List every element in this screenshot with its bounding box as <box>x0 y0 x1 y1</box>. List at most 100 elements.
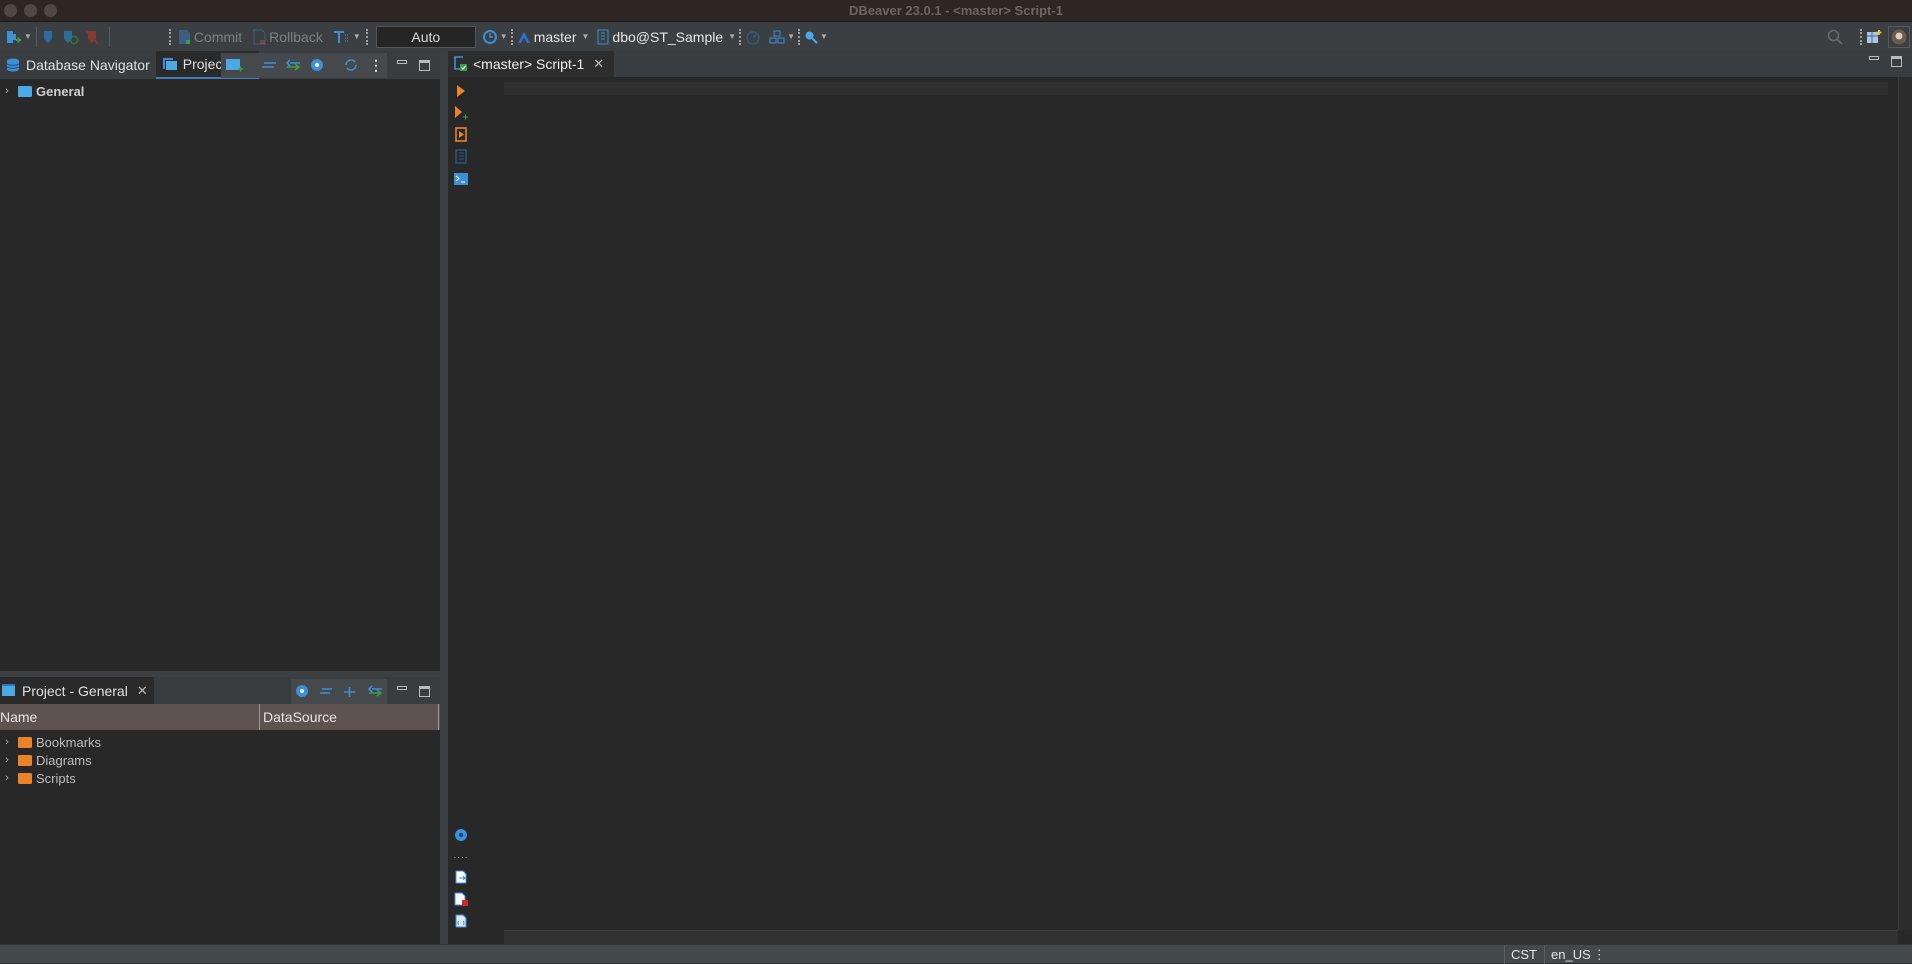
column-header-name[interactable]: Name <box>0 704 260 730</box>
settings-icon <box>455 829 467 841</box>
sync-icon[interactable] <box>343 57 359 73</box>
reconnect-button[interactable] <box>61 27 79 47</box>
search-button[interactable]: ▼ <box>804 27 828 47</box>
connect-button[interactable] <box>41 27 55 47</box>
schema-selector[interactable]: dbo@ST_Sample ▼ <box>597 27 736 47</box>
show-output-button[interactable] <box>453 869 469 885</box>
toolbar-grip[interactable] <box>1860 28 1863 45</box>
maximize-icon[interactable] <box>419 685 430 697</box>
chevron-down-icon: ▼ <box>819 32 828 41</box>
chevron-down-icon: ▼ <box>581 32 590 41</box>
more-icon[interactable]: .... <box>453 847 469 863</box>
commit-button[interactable]: Commit <box>177 27 242 47</box>
configure-icon[interactable] <box>309 57 325 73</box>
table-row[interactable]: › Scripts <box>0 769 440 787</box>
more-options-icon[interactable]: ⋮ <box>369 57 383 74</box>
tab-database-navigator[interactable]: Database Navigator <box>0 51 156 79</box>
datasource-selector[interactable]: master ▼ <box>517 27 590 47</box>
minimize-icon[interactable] <box>397 59 407 64</box>
show-log-button[interactable] <box>453 891 469 907</box>
explain-plan-button[interactable] <box>453 149 469 165</box>
rollback-button[interactable]: Rollback <box>252 27 323 47</box>
column-header-datasource[interactable]: DataSource <box>260 704 439 730</box>
maximize-icon[interactable] <box>1891 56 1902 67</box>
avatar-icon <box>1891 29 1907 44</box>
table-row[interactable]: › Bookmarks <box>0 733 440 751</box>
bookmarks-folder-icon <box>18 736 32 748</box>
play-new-tab-icon <box>455 106 468 120</box>
global-search-button[interactable] <box>1827 27 1843 47</box>
history-button[interactable]: ▼ <box>482 27 508 47</box>
window-title: DBeaver 23.0.1 - <master> Script-1 <box>849 3 1063 18</box>
editor-settings-button[interactable] <box>453 827 469 843</box>
execute-script-button[interactable] <box>453 127 469 143</box>
dashboard-button[interactable] <box>745 27 761 47</box>
toolbar-grip[interactable] <box>365 28 369 45</box>
tab-label: Database Navigator <box>26 57 150 73</box>
chevron-down-icon: ▼ <box>352 32 361 41</box>
toolbar-grip[interactable] <box>168 28 172 45</box>
chevron-down-icon: ▼ <box>24 32 32 41</box>
toolbar-grip[interactable] <box>739 28 742 45</box>
chevron-right-icon[interactable]: › <box>0 772 14 784</box>
show-variables-button[interactable] <box>453 913 469 929</box>
chevron-right-icon[interactable]: › <box>0 754 14 766</box>
avatar[interactable] <box>1888 25 1910 48</box>
configure-icon[interactable] <box>295 684 309 698</box>
open-perspective-button[interactable] <box>1866 27 1882 47</box>
diagrams-folder-icon <box>18 754 32 766</box>
chevron-down-icon: ▼ <box>499 32 508 41</box>
chevron-right-icon[interactable]: › <box>0 85 14 97</box>
tab-project-general[interactable]: Project - General ✕ <box>0 677 154 704</box>
projects-panel: Database Navigator Projects ✕ ⋮ › <box>0 51 440 671</box>
projects-actions: ⋮ <box>221 51 440 79</box>
locale-status[interactable]: en_US ⋮ <box>1544 945 1606 964</box>
transaction-mode-icon <box>333 30 349 43</box>
new-connection-icon <box>7 30 21 43</box>
toolbar-grip[interactable] <box>797 28 801 45</box>
create-project-icon[interactable] <box>225 57 243 73</box>
table-row[interactable]: › Diagrams <box>0 751 440 769</box>
close-icon[interactable]: ✕ <box>593 56 604 72</box>
vertical-splitter[interactable] <box>440 51 448 944</box>
link-with-editor-icon[interactable] <box>285 59 301 71</box>
scripts-folder-icon <box>18 772 32 784</box>
vertical-scrollbar[interactable] <box>1898 77 1912 930</box>
open-console-button[interactable] <box>453 171 469 187</box>
commit-icon <box>178 29 190 44</box>
log-error-icon <box>454 892 468 906</box>
execution-plan-button[interactable]: ▼ <box>769 27 795 47</box>
database-icon <box>6 58 20 72</box>
disconnect-button[interactable] <box>85 27 99 47</box>
tab-label: <master> Script-1 <box>473 56 585 72</box>
transaction-mode-field[interactable]: Auto <box>375 25 476 48</box>
terminal-icon <box>454 173 468 185</box>
toolbar-grip[interactable] <box>510 28 514 45</box>
project-icon <box>2 684 15 696</box>
minimize-icon[interactable] <box>397 685 407 690</box>
chevron-right-icon[interactable]: › <box>0 736 14 748</box>
transaction-mode-button[interactable]: ▼ <box>333 27 361 47</box>
new-connection-button[interactable]: ▼ <box>4 27 32 47</box>
editor-side-toolbar: .... <box>448 77 498 944</box>
grip-icon: ⋮ <box>1592 946 1606 962</box>
tab-script-1[interactable]: <master> Script-1 ✕ <box>448 51 615 77</box>
execute-statement-button[interactable] <box>453 83 469 99</box>
schema-icon <box>597 29 609 44</box>
collapse-all-icon[interactable] <box>261 60 277 70</box>
dashboard-icon <box>746 30 760 45</box>
close-icon[interactable]: ✕ <box>137 683 148 699</box>
horizontal-scrollbar[interactable] <box>504 930 1898 944</box>
toolbar-separator <box>108 26 110 47</box>
sql-editor[interactable]: .... <box>448 77 1912 944</box>
execute-new-tab-button[interactable] <box>453 105 469 121</box>
current-line-highlight <box>504 82 1888 95</box>
collapse-all-icon[interactable] <box>319 686 333 696</box>
expand-all-icon[interactable] <box>343 684 357 698</box>
tree-item-general[interactable]: › General <box>0 82 440 100</box>
link-with-editor-icon[interactable] <box>367 685 383 697</box>
script-icon <box>455 149 467 164</box>
locale-label: en_US <box>1551 947 1591 962</box>
maximize-icon[interactable] <box>419 59 430 71</box>
minimize-icon[interactable] <box>1869 56 1879 60</box>
